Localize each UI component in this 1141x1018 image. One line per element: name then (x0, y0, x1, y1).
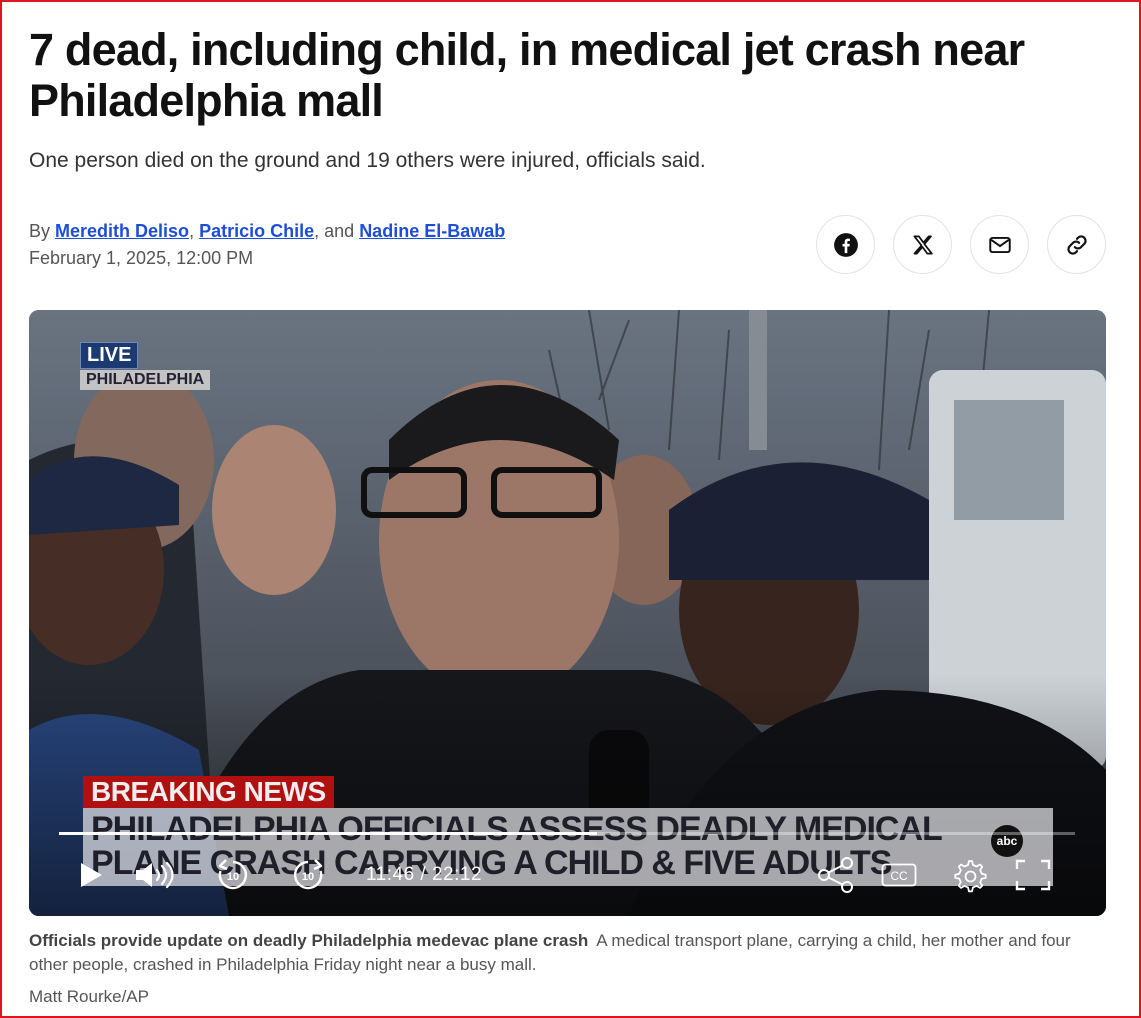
caption-title: Officials provide update on deadly Phila… (29, 931, 589, 950)
share-email-button[interactable] (970, 215, 1029, 274)
fullscreen-button[interactable] (1013, 855, 1053, 895)
link-icon (1066, 234, 1087, 255)
author-link-1[interactable]: Meredith Deliso (55, 221, 189, 241)
publish-date: February 1, 2025, 12:00 PM (29, 248, 254, 268)
forward-label: 10 (302, 871, 314, 883)
share-facebook-button[interactable] (816, 215, 875, 274)
video-progress-bar[interactable] (59, 832, 1075, 835)
subheadline: One person died on the ground and 19 oth… (29, 149, 706, 172)
video-caption: Officials provide update on deadly Phila… (29, 929, 1109, 977)
byline-prefix: By (29, 221, 51, 241)
forward-icon: 10 (293, 859, 323, 890)
ticker-line-2: PLANE CRASH CARRYING A CHILD & FIVE ADUL… (91, 844, 892, 882)
copy-link-button[interactable] (1047, 215, 1106, 274)
gear-icon (954, 860, 987, 893)
rewind-10-button[interactable]: 10 (214, 855, 252, 895)
fullscreen-icon (1015, 859, 1051, 891)
headline: 7 dead, including child, in medical jet … (29, 24, 1025, 126)
byline-separator: , and (314, 221, 355, 241)
facebook-icon (833, 232, 858, 257)
time-display: 11:46 / 22:12 (366, 864, 483, 885)
share-icon (818, 857, 853, 893)
volume-icon (136, 861, 174, 889)
author-link-3[interactable]: Nadine El-Bawab (359, 221, 505, 241)
byline-separator: , (189, 221, 195, 241)
byline: By Meredith Deliso, Patricio Chile, and … (29, 219, 505, 243)
video-progress-fill (59, 832, 598, 835)
settings-button[interactable] (949, 855, 989, 895)
live-badge: LIVE PHILADELPHIA (80, 342, 211, 390)
photo-credit: Matt Rourke/AP (29, 987, 149, 1006)
share-x-button[interactable] (893, 215, 952, 274)
volume-button[interactable] (133, 855, 175, 895)
play-icon (81, 863, 102, 887)
live-label: LIVE (80, 342, 139, 369)
network-logo: abc (991, 825, 1023, 857)
location-label: PHILADELPHIA (80, 370, 211, 390)
author-link-2[interactable]: Patricio Chile (199, 221, 314, 241)
closed-captions-button[interactable]: CC (879, 855, 919, 895)
rewind-label: 10 (227, 871, 239, 883)
cc-icon: CC (881, 863, 917, 887)
ticker-line-1: PHILADELPHIA OFFICIALS ASSESS DEADLY MED… (91, 810, 943, 848)
video-player[interactable]: LIVE PHILADELPHIA BREAKING NEWS PHILADEL… (29, 310, 1106, 916)
x-icon (912, 234, 933, 255)
breaking-news-banner: BREAKING NEWS (83, 776, 334, 808)
mail-icon (988, 236, 1011, 253)
play-button[interactable] (75, 855, 107, 895)
cc-label: CC (890, 869, 908, 883)
forward-10-button[interactable]: 10 (289, 855, 327, 895)
share-video-button[interactable] (815, 855, 857, 895)
rewind-icon: 10 (218, 859, 248, 890)
